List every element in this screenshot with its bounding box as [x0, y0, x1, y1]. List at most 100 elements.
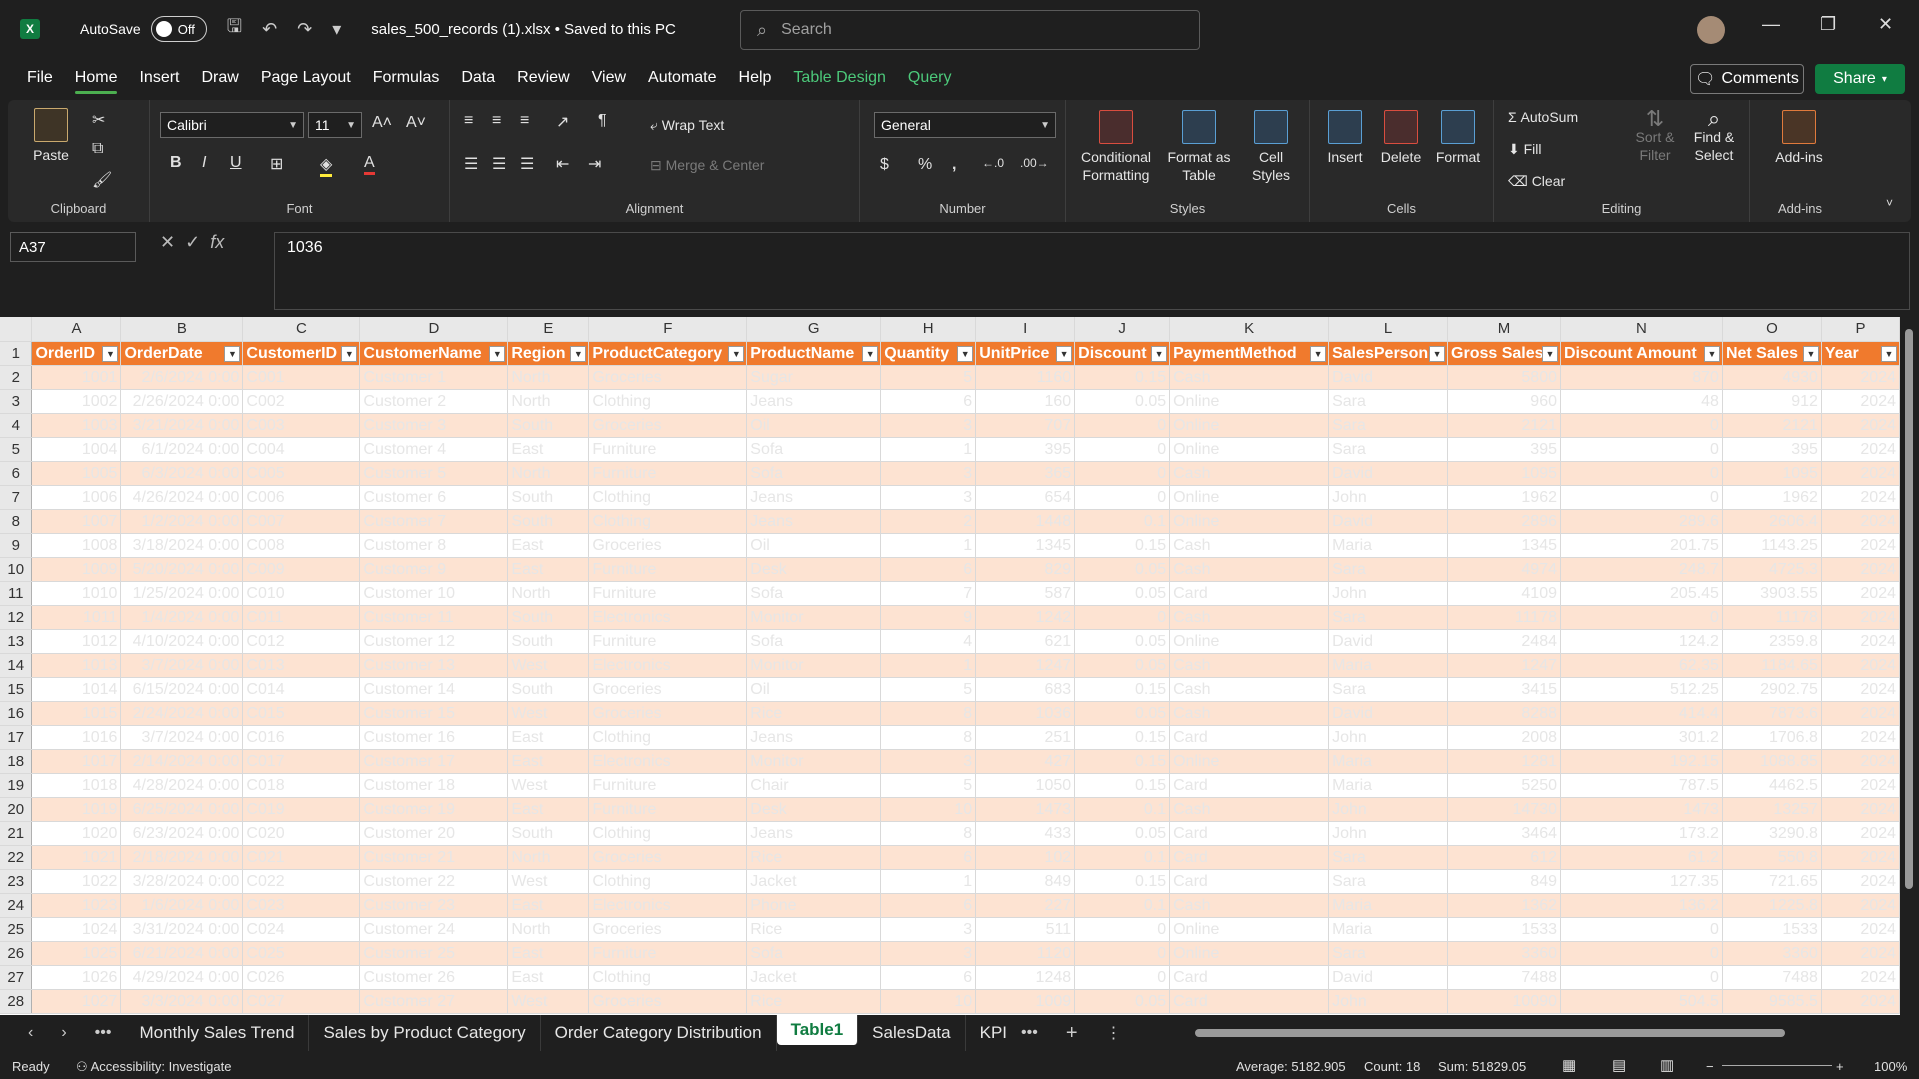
cell[interactable]: 0.05	[1074, 581, 1171, 606]
borders-icon[interactable]: ⊞	[270, 154, 283, 174]
cell[interactable]: Jeans	[746, 725, 882, 750]
file-title[interactable]: sales_500_records (1).xlsx • Saved to th…	[371, 21, 676, 38]
cell[interactable]: 4725.3	[1722, 557, 1822, 582]
cell[interactable]: Cash	[1169, 653, 1330, 678]
cell[interactable]: 3/31/2024 0:00	[120, 917, 244, 942]
cell[interactable]: South	[507, 509, 590, 534]
redo-icon[interactable]: ↷	[297, 19, 312, 40]
cell[interactable]: 4109	[1447, 581, 1561, 606]
cell[interactable]: 1184.65	[1722, 653, 1822, 678]
cell[interactable]: Desk	[746, 797, 882, 822]
avatar[interactable]	[1697, 16, 1725, 44]
row-header[interactable]: 5	[0, 437, 33, 462]
cell[interactable]: 0.15	[1074, 533, 1171, 558]
fill-button[interactable]: ⬇ Fill	[1508, 140, 1542, 158]
cell[interactable]: 1962	[1447, 485, 1561, 510]
cell[interactable]: Sara	[1328, 389, 1449, 414]
sheet-tab-order-category-distribution[interactable]: Order Category Distribution	[541, 1015, 777, 1051]
filter-dropdown-icon[interactable]: ▼	[102, 345, 119, 362]
cell[interactable]: 136.2	[1560, 893, 1723, 918]
table-header-cell[interactable]: SalesPerson ▼	[1328, 341, 1449, 366]
cell[interactable]: 1024	[31, 917, 122, 942]
cell[interactable]: 849	[1447, 869, 1561, 894]
cell[interactable]: 1/6/2024 0:00	[120, 893, 244, 918]
cell[interactable]: Desk	[746, 557, 882, 582]
cell[interactable]: 2024	[1821, 533, 1900, 558]
cell[interactable]: 13257	[1722, 797, 1822, 822]
cell[interactable]: C019	[242, 797, 361, 822]
row-header[interactable]: 10	[0, 557, 33, 582]
tab-help[interactable]: Help	[728, 58, 783, 98]
column-header-m[interactable]: M	[1447, 317, 1561, 342]
align-left-icon[interactable]: ☰	[464, 154, 478, 174]
cell[interactable]: North	[507, 365, 590, 390]
cell[interactable]: 6/25/2024 0:00	[120, 797, 244, 822]
zoom-in-icon[interactable]: +	[1836, 1059, 1844, 1074]
cell[interactable]: 870	[1560, 365, 1723, 390]
customize-quick-access-icon[interactable]: ▾	[332, 19, 341, 40]
cell[interactable]: East	[507, 533, 590, 558]
cell[interactable]: Monitor	[746, 749, 882, 774]
cell[interactable]: Rice	[746, 989, 882, 1014]
cell[interactable]: 0	[1074, 485, 1171, 510]
cell[interactable]: Customer 24	[359, 917, 509, 942]
cell[interactable]: 1247	[975, 653, 1076, 678]
cell[interactable]: South	[507, 677, 590, 702]
cell[interactable]: Cash	[1169, 365, 1330, 390]
cell[interactable]: C024	[242, 917, 361, 942]
cell[interactable]: Cash	[1169, 701, 1330, 726]
cell[interactable]: 1009	[31, 557, 122, 582]
cell[interactable]: 3/28/2024 0:00	[120, 869, 244, 894]
cell[interactable]: Sara	[1328, 869, 1449, 894]
cell[interactable]: Customer 16	[359, 725, 509, 750]
cell[interactable]: Sofa	[746, 437, 882, 462]
cell[interactable]: 5	[880, 677, 977, 702]
row-header[interactable]: 3	[0, 389, 33, 414]
row-header[interactable]: 28	[0, 989, 33, 1014]
cell[interactable]: 0.05	[1074, 653, 1171, 678]
cell[interactable]: 395	[1447, 437, 1561, 462]
cell[interactable]: 2/24/2024 0:00	[120, 701, 244, 726]
row-header[interactable]: 18	[0, 749, 33, 774]
cell[interactable]: 2024	[1821, 773, 1900, 798]
cell[interactable]: Jacket	[746, 869, 882, 894]
cell[interactable]: 0.1	[1074, 893, 1171, 918]
cell[interactable]: 3	[880, 917, 977, 942]
bottom-align-icon[interactable]: ≡	[520, 112, 529, 130]
cell[interactable]: 62.35	[1560, 653, 1723, 678]
cell[interactable]: 8	[880, 701, 977, 726]
cell[interactable]: 1027	[31, 989, 122, 1014]
increase-decimal-icon[interactable]: ←.0	[982, 156, 1004, 170]
cell[interactable]: 0.05	[1074, 629, 1171, 654]
table-header-cell[interactable]: OrderDate ▼	[120, 341, 244, 366]
cell[interactable]: Sara	[1328, 677, 1449, 702]
cell[interactable]: Furniture	[588, 437, 748, 462]
cell[interactable]: Groceries	[588, 701, 748, 726]
cell[interactable]: Chair	[746, 773, 882, 798]
insert-cells-button[interactable]: Insert	[1318, 110, 1372, 166]
tab-automate[interactable]: Automate	[637, 58, 727, 98]
row-header[interactable]: 9	[0, 533, 33, 558]
cell[interactable]: C014	[242, 677, 361, 702]
cell[interactable]: 1088.85	[1722, 749, 1822, 774]
select-all-corner[interactable]	[0, 317, 33, 342]
cell[interactable]: 1008	[31, 533, 122, 558]
cell[interactable]: Maria	[1328, 533, 1449, 558]
cell[interactable]: 9	[880, 605, 977, 630]
format-cells-button[interactable]: Format	[1430, 110, 1486, 166]
sheet-options-icon[interactable]: ⋮	[1106, 1023, 1122, 1043]
autosum-button[interactable]: Σ AutoSum	[1508, 108, 1578, 126]
cell[interactable]: John	[1328, 485, 1449, 510]
cell[interactable]: 0	[1560, 605, 1723, 630]
cell[interactable]: 5800	[1447, 365, 1561, 390]
cell[interactable]: 2024	[1821, 365, 1900, 390]
cell[interactable]: 1473	[975, 797, 1076, 822]
tab-review[interactable]: Review	[506, 58, 580, 98]
cell[interactable]: Furniture	[588, 581, 748, 606]
cell[interactable]: 1023	[31, 893, 122, 918]
cell[interactable]: Electronics	[588, 749, 748, 774]
cell[interactable]: Customer 6	[359, 485, 509, 510]
cell[interactable]: 2024	[1821, 749, 1900, 774]
cell[interactable]: Customer 25	[359, 941, 509, 966]
cell[interactable]: David	[1328, 701, 1449, 726]
